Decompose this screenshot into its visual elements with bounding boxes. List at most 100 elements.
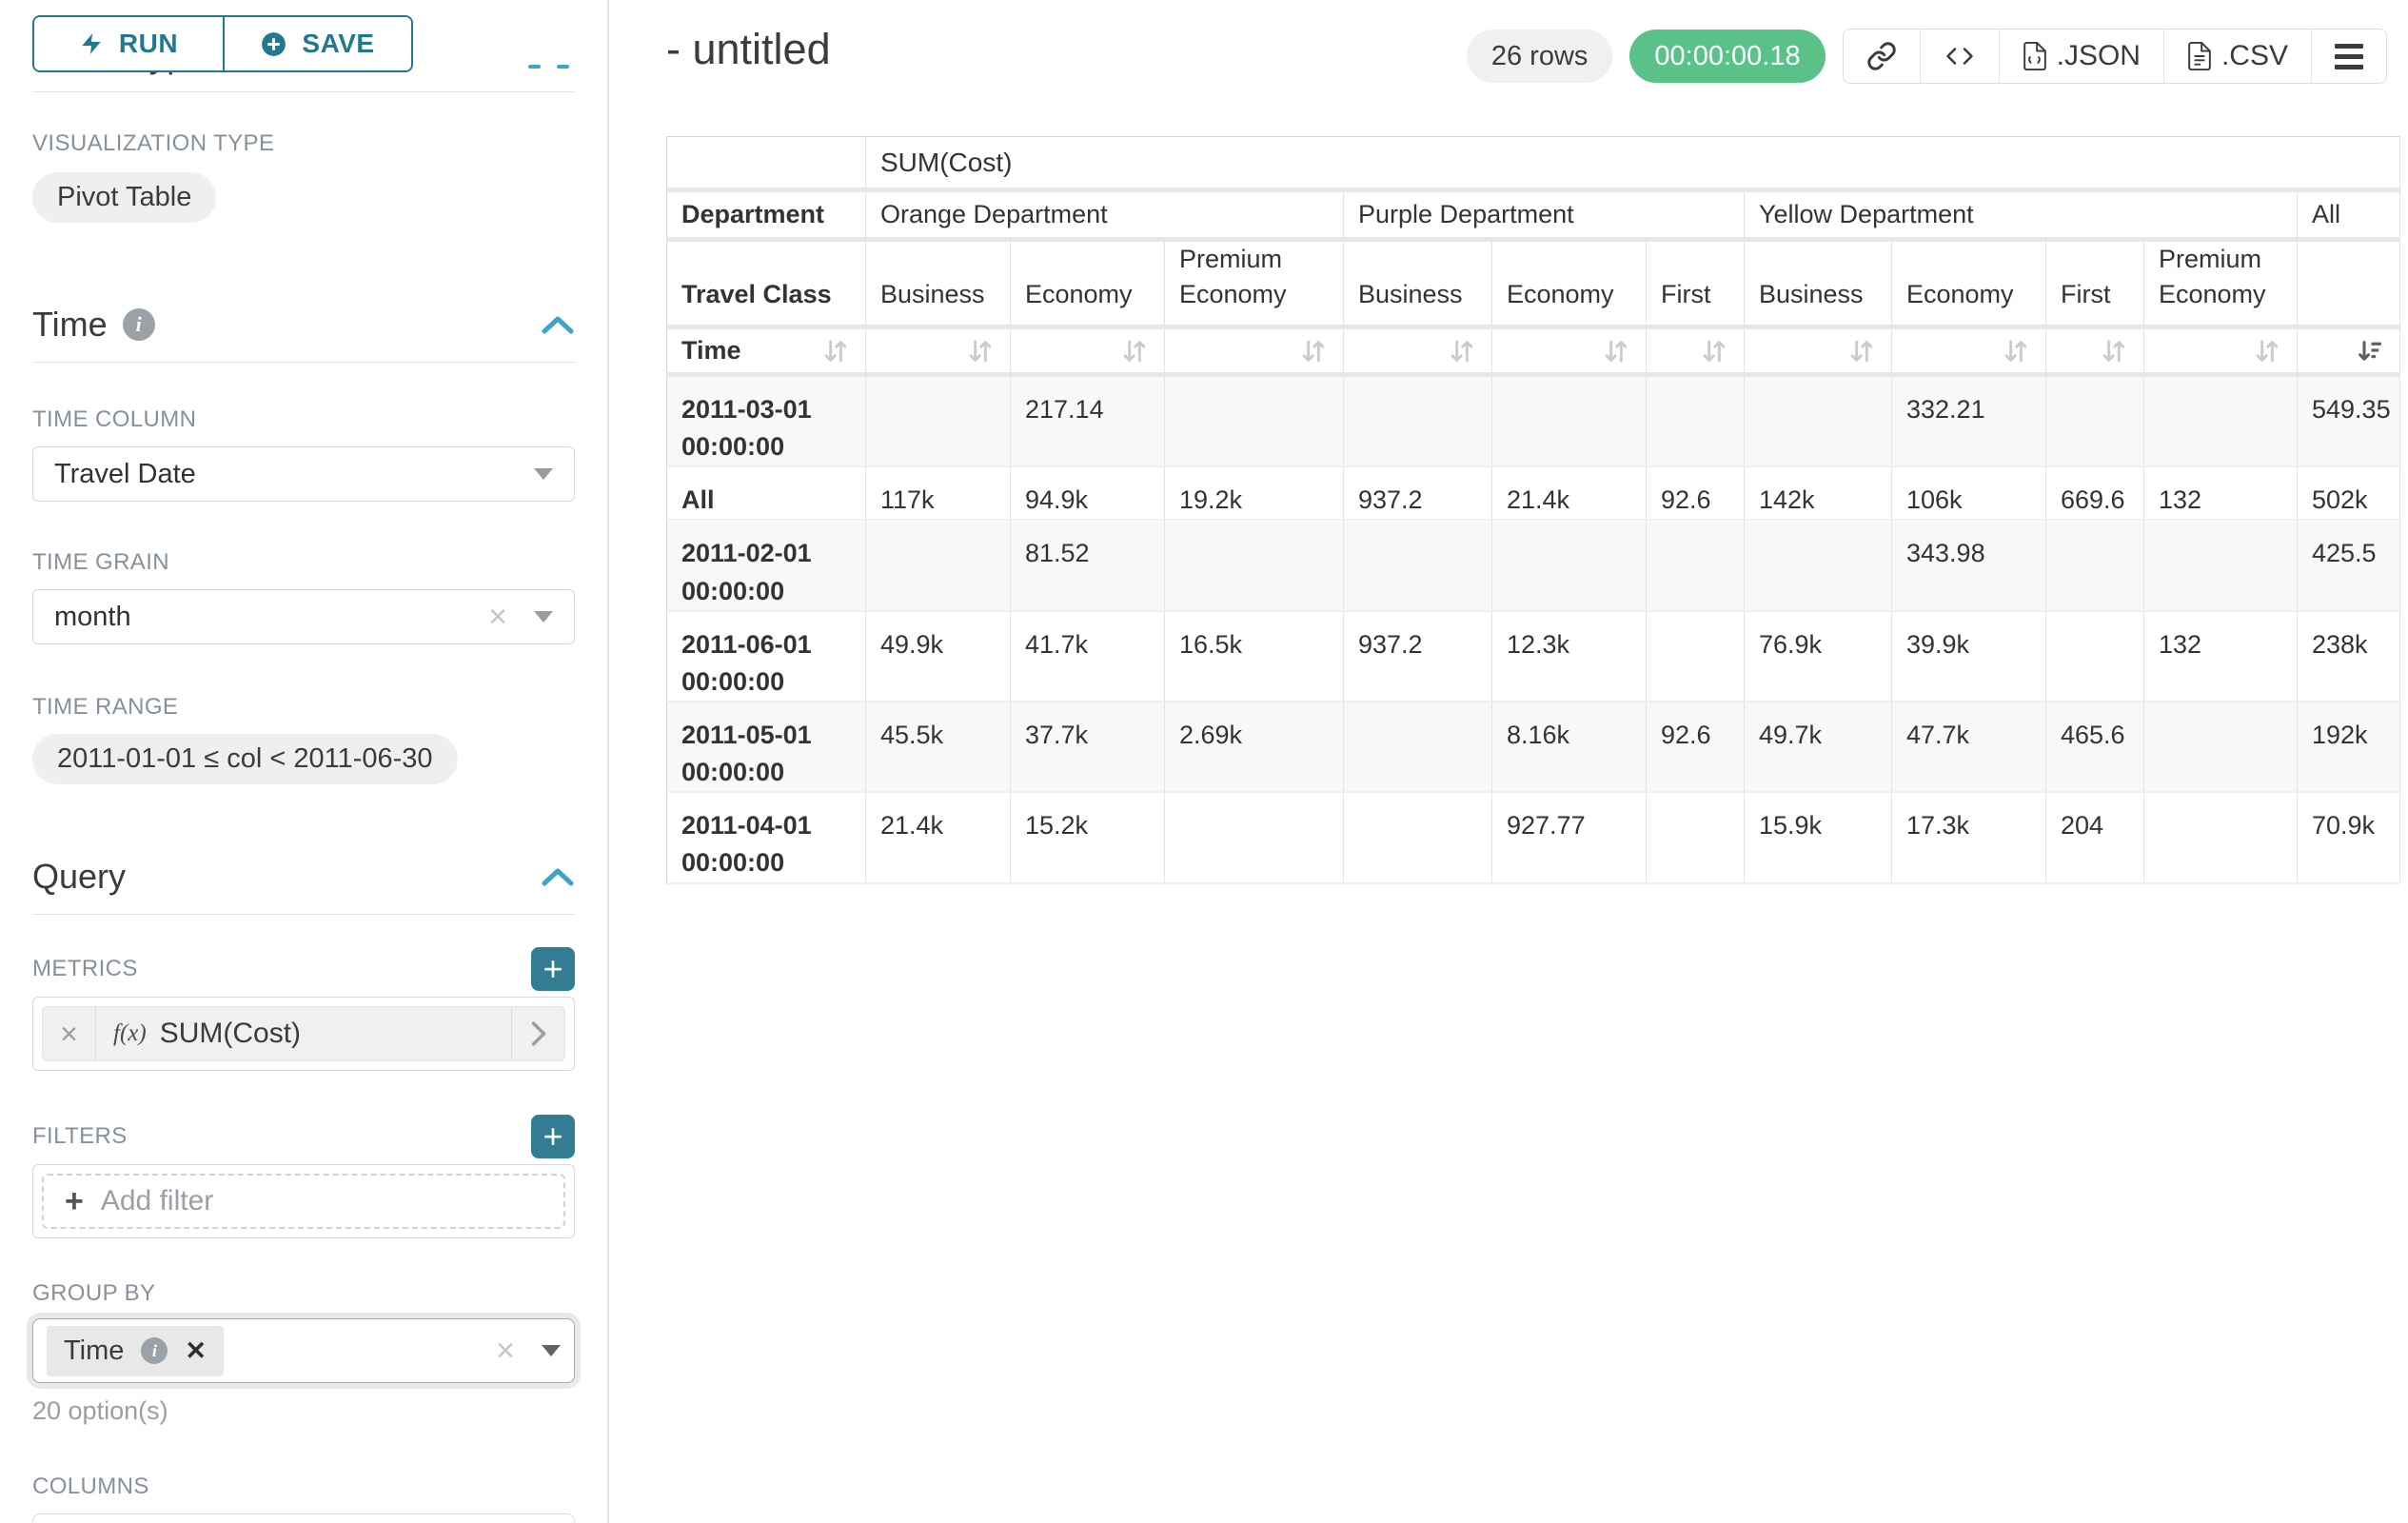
pivot-cell: 106k [1892, 466, 2046, 520]
filters-label: FILTERS [32, 1123, 128, 1150]
embed-code-button[interactable] [1920, 30, 1999, 83]
add-metric-button[interactable]: + [531, 947, 575, 991]
chart-type-section: Chart Type RUN SAVE [32, 0, 575, 91]
sort-column-7[interactable] [1892, 327, 2046, 375]
pivot-cell: 465.6 [2046, 702, 2144, 792]
run-button[interactable]: RUN [34, 17, 223, 70]
link-icon [1866, 41, 1897, 71]
metric-name: f(x) SUM(Cost) [96, 1018, 511, 1050]
pivot-row-label: 2011-04-01 00:00:00 [667, 792, 866, 882]
time-row-header-sort[interactable]: Time [667, 327, 866, 375]
sort-column-3[interactable] [1344, 327, 1492, 375]
plus-icon: + [65, 1183, 84, 1220]
pivot-cell [1165, 520, 1344, 610]
query-timer-badge: 00:00:00.18 [1629, 30, 1825, 83]
sort-column-8[interactable] [2046, 327, 2144, 375]
collapse-chevron-clipped-icon[interactable] [528, 65, 541, 69]
department-group-header: Yellow Department [1745, 190, 2298, 240]
pivot-metric-header: SUM(Cost) [866, 137, 2400, 190]
time-range-chip[interactable]: 2011-01-01 ≤ col < 2011-06-30 [32, 734, 458, 784]
sort-column-2[interactable] [1165, 327, 1344, 375]
group-by-select[interactable]: Time i ✕ × [32, 1318, 575, 1383]
run-button-label: RUN [119, 29, 178, 59]
expand-metric-icon[interactable] [511, 1007, 564, 1060]
save-button[interactable]: SAVE [223, 17, 411, 70]
sort-column-5[interactable] [1647, 327, 1745, 375]
pivot-cell: 92.6 [1647, 466, 1745, 520]
pivot-cell: 41.7k [1011, 611, 1165, 702]
chevron-down-icon [534, 468, 553, 480]
pivot-cell: 81.52 [1011, 520, 1165, 610]
pivot-cell [2046, 375, 2144, 467]
travel-class-header: Business [1344, 240, 1492, 327]
pivot-row-label: 2011-05-01 00:00:00 [667, 702, 866, 792]
pivot-cell: 549.35 [2298, 375, 2400, 467]
chevron-up-icon[interactable] [541, 866, 575, 887]
export-csv-button[interactable]: .CSV [2163, 30, 2311, 83]
clear-icon[interactable]: × [496, 1335, 515, 1367]
pivot-cell: 8.16k [1492, 702, 1647, 792]
sort-column-1[interactable] [1011, 327, 1165, 375]
travel-class-header: Business [866, 240, 1011, 327]
sort-column-10[interactable] [2298, 327, 2400, 375]
sort-toggle-icon [965, 336, 996, 366]
columns-select[interactable]: Department ✕ Travel Class ✕ × [32, 1513, 575, 1523]
time-grain-label: TIME GRAIN [32, 549, 575, 576]
export-button-group: .JSON .CSV [1843, 29, 2387, 84]
function-icon: f(x) [113, 1020, 147, 1047]
copy-link-button[interactable] [1844, 30, 1920, 83]
export-json-label: .JSON [2057, 40, 2141, 72]
travel-class-header [2298, 240, 2400, 327]
sort-column-9[interactable] [2144, 327, 2298, 375]
pivot-cell [2046, 520, 2144, 610]
pivot-cell: 12.3k [1492, 611, 1647, 702]
department-group-header: Purple Department [1344, 190, 1745, 240]
time-column-select[interactable]: Travel Date [32, 446, 575, 502]
metric-chip[interactable]: × f(x) SUM(Cost) [42, 1006, 565, 1061]
pivot-cell: 927.77 [1492, 792, 1647, 882]
time-grain-select[interactable]: month × [32, 589, 575, 644]
remove-metric-icon[interactable]: × [43, 1007, 96, 1060]
menu-button[interactable] [2311, 30, 2386, 83]
pivot-cell: 2.69k [1165, 702, 1344, 792]
export-json-button[interactable]: .JSON [1999, 30, 2163, 83]
pivot-cell [1647, 611, 1745, 702]
add-filter-button[interactable]: + Add filter [42, 1174, 565, 1229]
pivot-cell: 49.7k [1745, 702, 1892, 792]
pivot-row-label: All [667, 466, 866, 520]
sort-column-6[interactable] [1745, 327, 1892, 375]
group-by-tag-time[interactable]: Time i ✕ [47, 1326, 224, 1376]
pivot-row-label: 2011-02-01 00:00:00 [667, 520, 866, 610]
pivot-cell: 343.98 [1892, 520, 2046, 610]
query-section-title: Query [32, 857, 126, 897]
collapse-chevron-clipped-icon[interactable] [557, 65, 569, 69]
pivot-cell [1165, 792, 1344, 882]
pivot-corner-cell [667, 137, 866, 190]
pivot-cell [1344, 792, 1492, 882]
add-filter-plus-button[interactable]: + [531, 1115, 575, 1158]
travel-class-header: Economy [1492, 240, 1647, 327]
sort-toggle-icon [1699, 336, 1729, 366]
pivot-table-container: SUM(Cost)DepartmentOrange DepartmentPurp… [666, 136, 2400, 884]
visualization-type-chip[interactable]: Pivot Table [32, 172, 216, 223]
sort-toggle-icon [1601, 336, 1631, 366]
pivot-cell: 70.9k [2298, 792, 2400, 882]
time-column-label: TIME COLUMN [32, 406, 575, 433]
chevron-up-icon[interactable] [541, 314, 575, 335]
sort-toggle-icon [2099, 336, 2129, 366]
sort-toggle-icon [1298, 336, 1329, 366]
section-divider [32, 914, 575, 915]
sort-column-0[interactable] [866, 327, 1011, 375]
group-by-options-hint: 20 option(s) [32, 1396, 575, 1426]
sort-column-4[interactable] [1492, 327, 1647, 375]
travel-class-header: Economy [1011, 240, 1165, 327]
clear-icon[interactable]: × [488, 601, 507, 633]
filters-label-row: FILTERS + [32, 1115, 575, 1158]
run-save-button-group: RUN SAVE [32, 15, 413, 72]
pivot-row: All117k94.9k19.2k937.221.4k92.6142k106k6… [667, 466, 2400, 520]
pivot-row: 2011-03-01 00:00:00217.14332.21549.35 [667, 375, 2400, 467]
remove-tag-icon[interactable]: ✕ [185, 1336, 207, 1366]
pivot-cell [2046, 611, 2144, 702]
pivot-cell: 937.2 [1344, 611, 1492, 702]
sort-descending-active-icon [2355, 336, 2385, 366]
